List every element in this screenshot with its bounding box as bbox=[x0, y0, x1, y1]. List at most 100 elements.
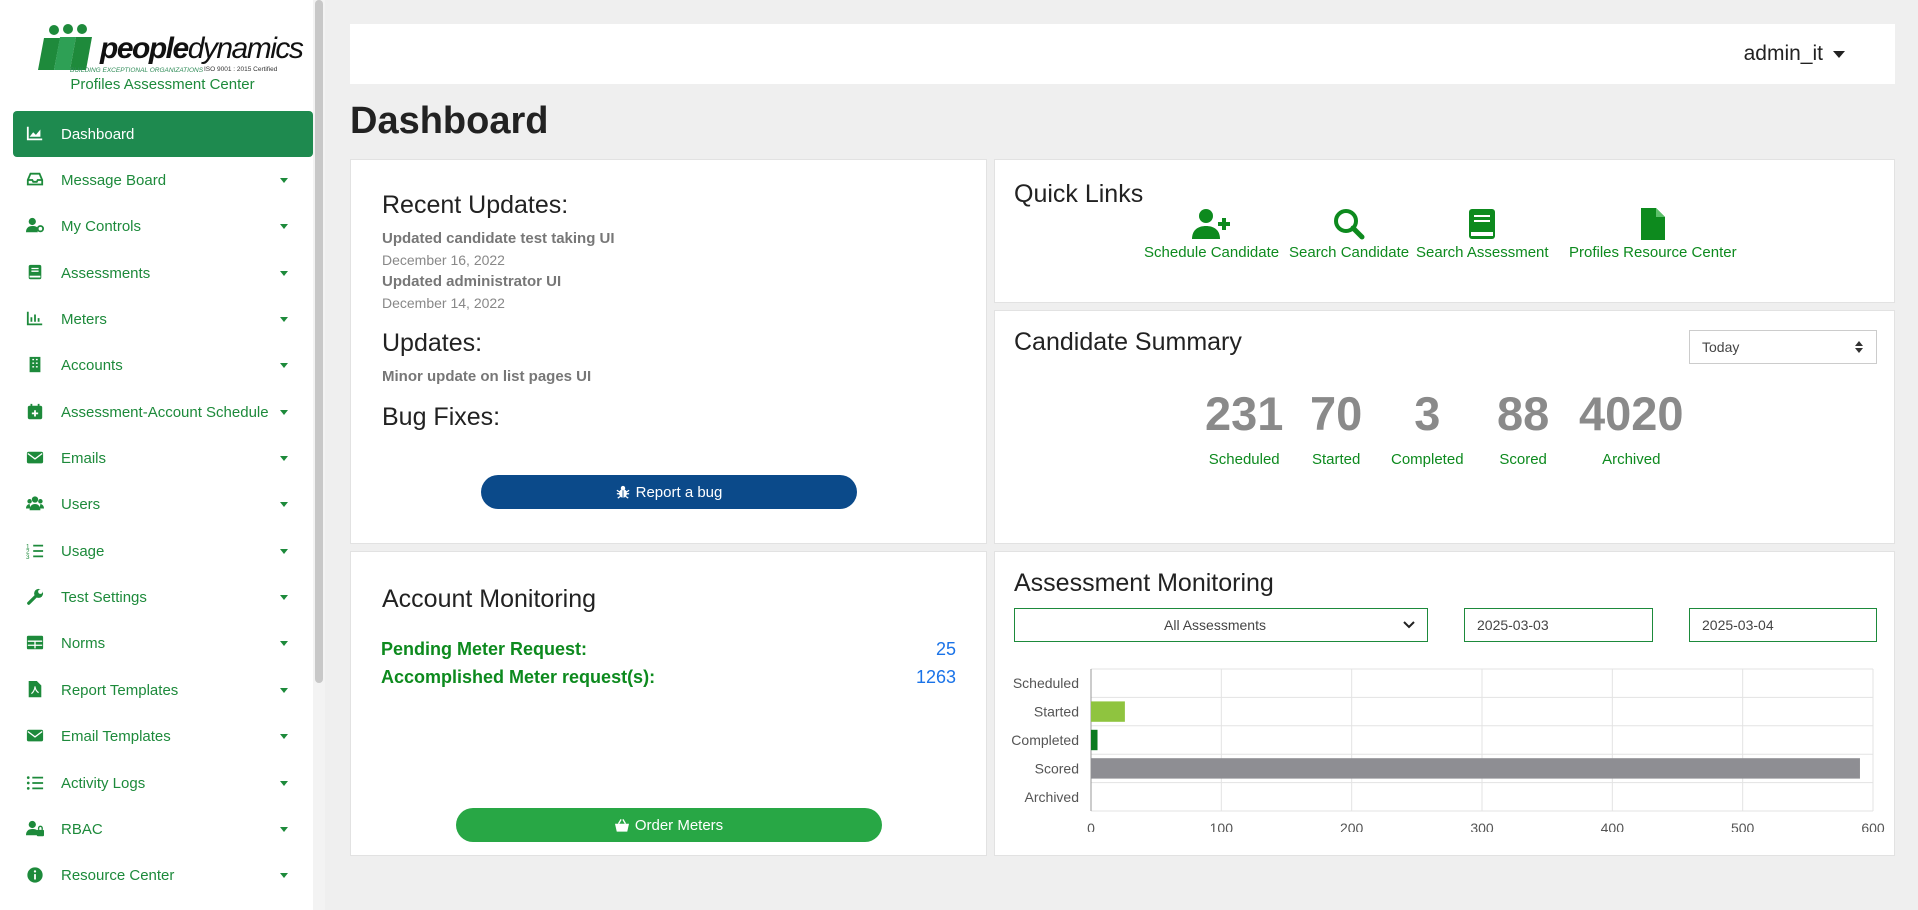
sidebar-item-label: Test Settings bbox=[61, 588, 147, 606]
sidebar-item-assessments[interactable]: Assessments bbox=[13, 250, 313, 296]
pending-meter-label: Pending Meter Request: bbox=[381, 639, 588, 659]
brand-name-bold: people bbox=[100, 32, 189, 65]
quick-links-card: Quick Links Schedule Candidate Search Ca… bbox=[994, 159, 1895, 303]
chart-area-icon bbox=[23, 124, 47, 144]
user-plus-icon bbox=[1191, 209, 1230, 239]
caret-down-icon bbox=[280, 826, 288, 832]
y-tick-label: Scored bbox=[1035, 760, 1079, 776]
stat-value: 88 bbox=[1497, 387, 1550, 440]
caret-down-icon bbox=[280, 223, 288, 229]
caret-down-icon bbox=[280, 455, 288, 461]
sort-icon bbox=[1855, 341, 1863, 353]
updates-card: Recent Updates: Updated candidate test t… bbox=[350, 159, 987, 544]
candidate-summary-card: Candidate Summary Today 231 Scheduled 70… bbox=[994, 310, 1895, 544]
report-bug-button[interactable]: Report a bug bbox=[481, 475, 857, 509]
pending-meter-value[interactable]: 25 bbox=[936, 639, 956, 660]
brand-tagline: BUILDING EXCEPTIONAL ORGANIZATIONS bbox=[70, 67, 204, 74]
top-bar: admin_it bbox=[350, 24, 1895, 84]
stat-value: 4020 bbox=[1579, 387, 1684, 440]
accomplished-meter-value[interactable]: 1263 bbox=[916, 667, 956, 688]
stat-value: 231 bbox=[1205, 387, 1284, 440]
caret-down-icon bbox=[280, 872, 288, 878]
stat-label: Scored bbox=[1499, 451, 1547, 468]
sidebar-scrollbar-thumb[interactable] bbox=[315, 0, 323, 683]
quick-link-search-candidate[interactable]: Search Candidate bbox=[1289, 208, 1409, 261]
y-tick-label: Started bbox=[1034, 704, 1079, 720]
search-icon bbox=[1334, 209, 1365, 240]
sidebar-item-label: Users bbox=[61, 495, 101, 513]
sidebar-item-test-settings[interactable]: Test Settings bbox=[13, 574, 313, 620]
brand-name-light: dynamics bbox=[187, 32, 304, 65]
sidebar-item-rbac[interactable]: RBAC bbox=[13, 806, 313, 852]
caret-down-icon bbox=[280, 270, 288, 276]
quick-link-resource-center[interactable]: Profiles Resource Center bbox=[1569, 208, 1737, 261]
sidebar-item-label: Report Templates bbox=[61, 681, 179, 699]
sidebar-item-usage[interactable]: 1 2 3 Usage bbox=[13, 528, 313, 574]
date-to-input[interactable]: 2025-03-04 bbox=[1689, 608, 1877, 642]
sidebar-item-label: Email Templates bbox=[61, 727, 171, 745]
sidebar-item-label: Emails bbox=[61, 449, 107, 467]
stat-label: Archived bbox=[1602, 451, 1661, 468]
sidebar-item-label: Resource Center bbox=[61, 866, 175, 884]
list-icon bbox=[23, 773, 47, 793]
bug-icon bbox=[616, 485, 630, 499]
chevron-down-icon bbox=[1403, 621, 1415, 629]
quick-link-search-assessment[interactable]: Search Assessment bbox=[1416, 208, 1549, 261]
x-tick-label: 400 bbox=[1601, 820, 1625, 832]
date-from-input[interactable]: 2025-03-03 bbox=[1464, 608, 1653, 642]
x-tick-label: 500 bbox=[1731, 820, 1755, 832]
quick-links-title: Quick Links bbox=[1014, 180, 1144, 208]
sidebar-item-email-templates[interactable]: Email Templates bbox=[13, 713, 313, 759]
sidebar-item-report-templates[interactable]: Report Templates bbox=[13, 667, 313, 713]
sidebar-item-label: My Controls bbox=[61, 217, 142, 235]
page-title: Dashboard bbox=[350, 100, 549, 142]
period-select[interactable]: Today bbox=[1689, 330, 1877, 364]
order-meters-button[interactable]: Order Meters bbox=[456, 808, 882, 842]
info-circle-icon bbox=[23, 865, 47, 885]
stat-archived: 4020 Archived bbox=[1579, 386, 1684, 468]
assessment-filter-select[interactable]: All Assessments bbox=[1014, 608, 1428, 642]
sidebar-item-accounts[interactable]: Accounts bbox=[13, 342, 313, 388]
x-tick-label: 0 bbox=[1087, 820, 1095, 832]
building-icon bbox=[23, 355, 47, 375]
sidebar-item-assessment-account-schedule[interactable]: Assessment-Account Schedule bbox=[13, 389, 313, 435]
book-icon bbox=[1469, 209, 1496, 239]
bar-chart-icon bbox=[23, 309, 47, 329]
stat-value: 70 bbox=[1310, 387, 1363, 440]
sidebar: peopledynamics BUILDING EXCEPTIONAL ORGA… bbox=[0, 0, 313, 910]
caret-down-icon bbox=[1833, 50, 1845, 58]
assessment-monitoring-title: Assessment Monitoring bbox=[1014, 569, 1274, 597]
update-entry-date: December 14, 2022 bbox=[382, 295, 505, 311]
accomplished-meter-label: Accomplished Meter request(s): bbox=[381, 667, 656, 687]
sidebar-item-meters[interactable]: Meters bbox=[13, 296, 313, 342]
sidebar-item-my-controls[interactable]: My Controls bbox=[13, 203, 313, 249]
people-logo-icon bbox=[38, 24, 92, 70]
sidebar-item-activity-logs[interactable]: Activity Logs bbox=[13, 760, 313, 806]
sidebar-item-message-board[interactable]: Message Board bbox=[13, 157, 313, 203]
stat-completed: 3 Completed bbox=[1391, 386, 1464, 468]
quick-link-schedule-candidate[interactable]: Schedule Candidate bbox=[1144, 208, 1279, 261]
bar bbox=[1091, 758, 1860, 779]
updates-title: Updates: bbox=[382, 329, 483, 357]
quick-link-label: Search Candidate bbox=[1289, 244, 1410, 261]
sidebar-item-label: Accounts bbox=[61, 356, 123, 374]
sidebar-item-label: Assessments bbox=[61, 264, 151, 282]
sidebar-item-norms[interactable]: Norms bbox=[13, 620, 313, 666]
brand-iso: ISO 9001 : 2015 Certified bbox=[204, 66, 278, 73]
sidebar-item-dashboard[interactable]: Dashboard bbox=[13, 111, 313, 157]
stat-label: Scheduled bbox=[1208, 451, 1280, 468]
report-bug-label: Report a bug bbox=[635, 483, 723, 501]
file-pdf-icon bbox=[23, 680, 47, 700]
stat-label: Completed bbox=[1391, 451, 1464, 468]
user-menu[interactable]: admin_it bbox=[1744, 42, 1845, 66]
caret-down-icon bbox=[280, 548, 288, 554]
period-select-value: Today bbox=[1702, 339, 1740, 355]
sidebar-item-label: Dashboard bbox=[61, 125, 135, 143]
assessment-monitoring-card: Assessment Monitoring All Assessments 20… bbox=[994, 551, 1895, 856]
stat-scored: 88 Scored bbox=[1497, 386, 1549, 468]
sidebar-item-emails[interactable]: Emails bbox=[13, 435, 313, 481]
caret-down-icon bbox=[280, 316, 288, 322]
sidebar-item-users[interactable]: Users bbox=[13, 481, 313, 527]
sidebar-item-resource-center[interactable]: Resource Center bbox=[13, 852, 313, 898]
order-meters-label: Order Meters bbox=[634, 816, 724, 834]
